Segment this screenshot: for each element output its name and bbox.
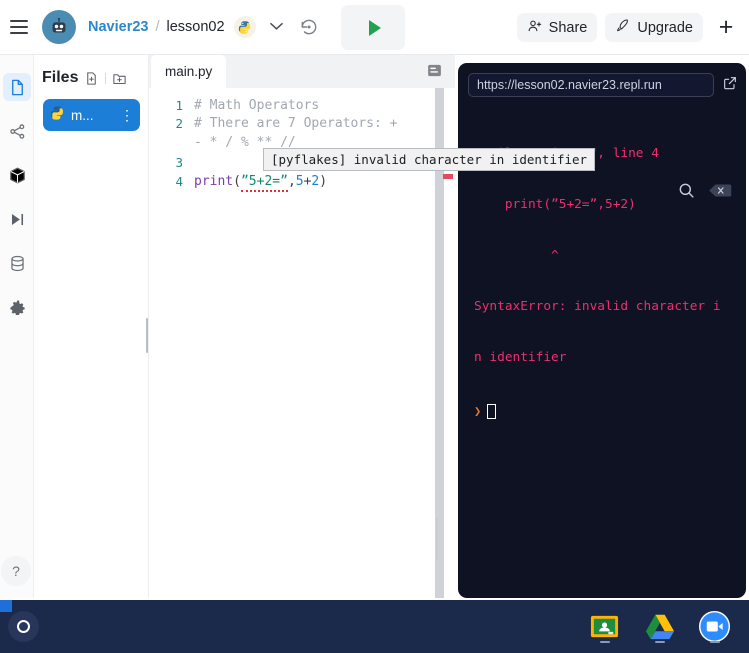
new-repl-button[interactable]: + <box>711 13 741 43</box>
upgrade-label: Upgrade <box>637 19 693 36</box>
sidebar-item-version-control[interactable] <box>0 109 34 153</box>
breadcrumb: Navier23 / lesson02 <box>88 19 225 35</box>
search-icon[interactable] <box>677 181 696 205</box>
help-button[interactable]: ? <box>1 556 31 586</box>
url-input[interactable]: https://lesson02.navier23.repl.run <box>468 73 714 97</box>
running-indicator <box>599 641 610 643</box>
editor-tabbar: main.py <box>149 55 455 88</box>
chromeos-shelf <box>0 600 749 653</box>
console-line: n identifier <box>474 350 567 365</box>
breadcrumb-user[interactable]: Navier23 <box>88 19 148 35</box>
shelf-tray <box>586 608 733 645</box>
console-prompt-row[interactable]: ❯ <box>474 403 736 420</box>
package-box-icon <box>9 167 25 183</box>
running-indicator <box>654 641 665 643</box>
line-text: # There are 7 Operators: + <box>194 116 398 132</box>
webview-url-row: https://lesson02.navier23.repl.run <box>458 63 746 97</box>
zoom-icon[interactable] <box>696 608 733 645</box>
replit-workspace: Navier23 / lesson02 Share Upgrade + ? Fi… <box>0 0 749 653</box>
rocket-icon <box>615 18 631 38</box>
code-line: 1 # Math Operators <box>149 96 455 115</box>
console-line: ^ <box>474 248 559 263</box>
header-actions: Share Upgrade + <box>516 0 741 55</box>
sidebar-item-database[interactable] <box>0 241 34 285</box>
running-indicator <box>709 641 720 643</box>
chevron-down-icon[interactable] <box>269 20 283 34</box>
editor-minimap-indicator <box>436 518 438 560</box>
tab-main-py[interactable]: main.py <box>151 55 227 88</box>
person-plus-icon <box>527 18 543 38</box>
breadcrumb-separator: / <box>155 19 160 35</box>
launcher-ring <box>17 620 30 633</box>
hamburger-icon[interactable] <box>6 14 32 40</box>
line-text: print(ˮ5+2=ˮ,5+2) <box>194 173 327 192</box>
gear-icon <box>9 300 25 315</box>
file-options-menu[interactable]: ⋮ <box>120 108 134 122</box>
top-header: Navier23 / lesson02 Share Upgrade + <box>0 0 749 55</box>
console-cursor <box>487 404 497 419</box>
tool-rail: ? <box>0 55 34 598</box>
console-tools <box>677 181 732 205</box>
python-file-icon <box>49 105 65 126</box>
shelf-accent <box>0 600 12 612</box>
file-list-item-main-py[interactable]: m... ⋮ <box>43 99 140 131</box>
share-label: Share <box>548 19 588 36</box>
file-list-item-label: m... <box>71 107 94 123</box>
line-number: 3 <box>175 155 183 171</box>
sidebar-item-files[interactable] <box>0 65 34 109</box>
files-title: Files <box>42 69 79 86</box>
run-button[interactable] <box>341 5 405 50</box>
file-icon <box>11 79 23 95</box>
code-editor-pane: main.py 1 # Math Operators 2 # There are… <box>148 55 455 598</box>
database-icon <box>10 255 24 271</box>
upgrade-button[interactable]: Upgrade <box>605 13 703 42</box>
python-logo <box>233 16 256 38</box>
robot-avatar[interactable] <box>42 10 76 44</box>
play-triangle-icon <box>368 19 381 36</box>
files-header: Files <box>34 55 147 87</box>
google-drive-icon[interactable] <box>641 608 678 645</box>
sidebar-item-debugger[interactable] <box>0 197 34 241</box>
files-panel: Files m... ⋮ <box>34 55 147 598</box>
line-number: 4 <box>175 173 183 189</box>
line-text: # Math Operators <box>194 97 320 113</box>
git-branch-icon <box>9 123 24 139</box>
code-line-error: 4 print(ˮ5+2=ˮ,5+2) <box>149 172 455 192</box>
console-line: SyntaxError: invalid character i <box>474 299 721 314</box>
clear-console-icon[interactable] <box>708 183 732 203</box>
line-number: 2 <box>175 116 183 132</box>
lint-error-tooltip: [pyflakes] invalid character in identifi… <box>263 148 596 171</box>
console-pane: https://lesson02.navier23.repl.run line … <box>458 63 746 598</box>
breadcrumb-project[interactable]: lesson02 <box>167 19 225 35</box>
sidebar-item-packages[interactable] <box>0 153 34 197</box>
code-line: 2 # There are 7 Operators: + <box>149 115 455 134</box>
new-file-icon[interactable] <box>83 70 100 87</box>
sidebar-item-settings[interactable] <box>0 285 34 329</box>
new-folder-icon[interactable] <box>111 70 128 87</box>
history-icon[interactable] <box>299 17 319 37</box>
line-number: 1 <box>175 97 183 113</box>
toolbar-divider <box>105 72 107 84</box>
error-marker[interactable] <box>443 174 453 179</box>
google-classroom-icon[interactable] <box>586 608 623 645</box>
chromeos-launcher-icon[interactable] <box>8 611 39 642</box>
token-string: ˮ5+2=ˮ <box>240 173 288 192</box>
prompt-caret: ❯ <box>474 404 482 418</box>
layout-panel-icon[interactable] <box>426 62 443 84</box>
external-link-icon[interactable] <box>722 75 738 96</box>
debug-step-icon <box>11 213 23 225</box>
token-function: print <box>194 173 234 189</box>
share-button[interactable]: Share <box>516 13 598 42</box>
token-num-a: 5 <box>295 173 304 189</box>
